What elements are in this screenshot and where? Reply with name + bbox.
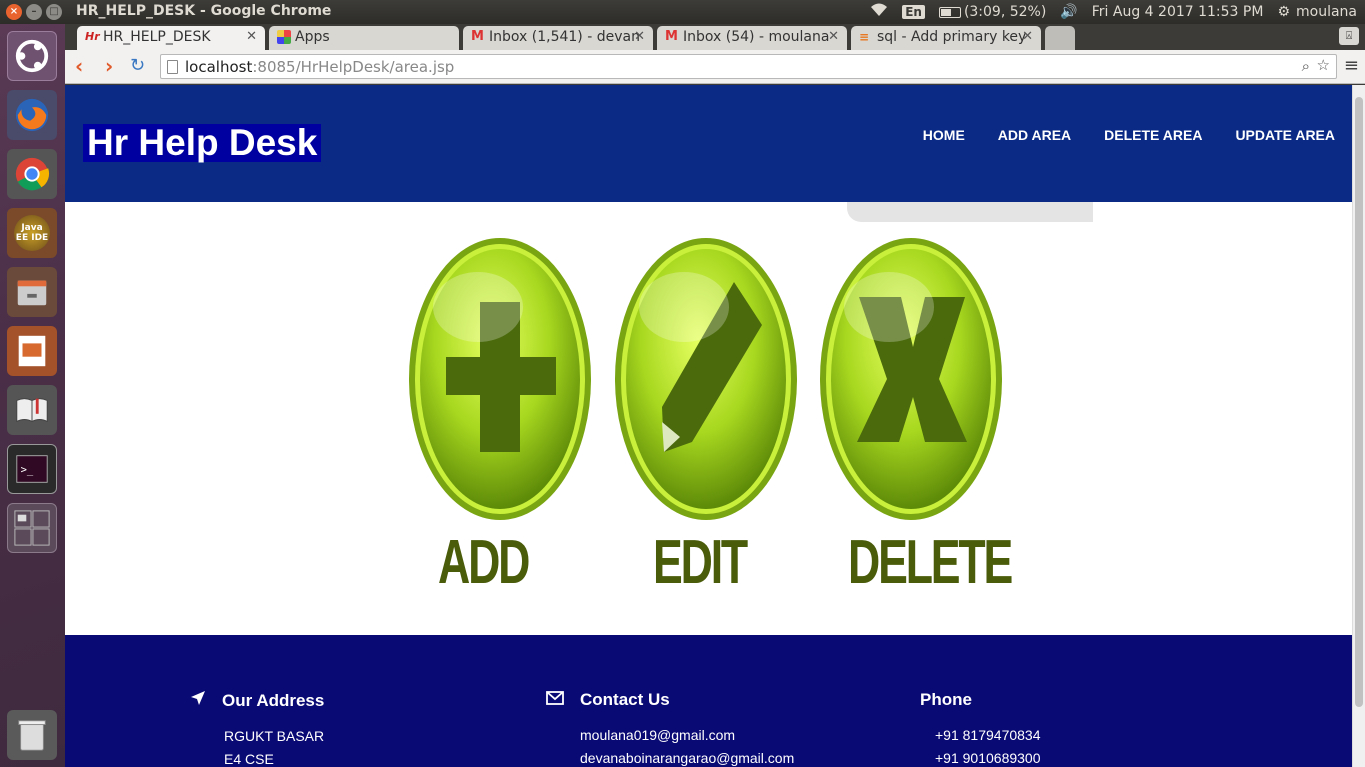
zoom-icon[interactable]: ⌕ — [1302, 57, 1310, 75]
footer-address: Our Address RGUKT BASAR E4 CSE — [190, 690, 324, 767]
tab-close-icon[interactable]: ✕ — [634, 29, 645, 44]
reload-icon[interactable]: ↻ — [130, 55, 145, 76]
delete-button[interactable] — [819, 237, 1004, 522]
reader-icon[interactable] — [7, 385, 57, 435]
main-nav: HOME ADD AREA DELETE AREA UPDATE AREA — [923, 127, 1335, 143]
chrome-icon[interactable] — [7, 149, 57, 199]
tab-label: Apps — [295, 29, 330, 45]
nav-add-area[interactable]: ADD AREA — [998, 127, 1071, 143]
ubuntu-dash-icon[interactable] — [7, 31, 57, 81]
terminal-icon[interactable]: >_ — [7, 444, 57, 494]
hr-favicon: Hr — [85, 30, 100, 43]
unity-launcher: Java EE IDE >_ — [0, 24, 65, 767]
browser-toolbar: ‹ › ↻ localhost:8085/HrHelpDesk/area.jsp… — [65, 50, 1365, 84]
maximize-window-button[interactable]: □ — [46, 4, 62, 20]
java-ide-label: Java EE IDE — [14, 215, 50, 251]
gear-icon: ⚙ — [1277, 4, 1290, 20]
profile-icon[interactable]: ⍓ — [1339, 27, 1359, 45]
tab-label: Inbox (1,541) - devan — [489, 29, 640, 45]
add-button[interactable] — [408, 237, 593, 522]
firefox-icon[interactable] — [7, 90, 57, 140]
impress-icon[interactable] — [7, 326, 57, 376]
location-arrow-icon — [190, 690, 206, 711]
svg-text:>_: >_ — [21, 464, 34, 476]
footer-contact: Contact Us moulana019@gmail.com devanabo… — [546, 690, 794, 766]
nav-delete-area[interactable]: DELETE AREA — [1104, 127, 1202, 143]
tab-label: HR_HELP_DESK — [103, 29, 211, 45]
address-bar[interactable]: localhost:8085/HrHelpDesk/area.jsp ⌕ ☆ — [160, 54, 1337, 79]
contact-title: Contact Us — [580, 690, 670, 709]
tab-close-icon[interactable]: ✕ — [828, 29, 839, 44]
url-host: localhost — [185, 58, 253, 76]
edit-label: EDIT — [653, 528, 748, 597]
add-label: ADD — [438, 528, 530, 597]
battery-indicator[interactable]: (3:09, 52%) — [938, 4, 1047, 20]
new-tab-button[interactable] — [1045, 26, 1075, 50]
tab-label: sql - Add primary key — [877, 29, 1027, 45]
address-title: Our Address — [222, 690, 325, 710]
tab-gmail-2[interactable]: M Inbox (54) - moulana ✕ — [657, 26, 847, 50]
phone-number: +91 9010689300 — [935, 750, 1041, 766]
site-header: Hr Help Desk HOME ADD AREA DELETE AREA U… — [65, 85, 1352, 202]
menu-icon[interactable]: ≡ — [1344, 55, 1359, 76]
tab-apps[interactable]: Apps — [269, 26, 459, 50]
keyboard-indicator[interactable]: En — [902, 5, 925, 19]
window-title: HR_HELP_DESK - Google Chrome — [76, 3, 332, 19]
gmail-icon: M — [471, 29, 484, 44]
nav-home[interactable]: HOME — [923, 127, 965, 143]
system-tray: En (3:09, 52%) 🔊 Fri Aug 4 2017 11:53 PM… — [870, 3, 1357, 21]
gmail-icon: M — [665, 29, 678, 44]
site-logo[interactable]: Hr Help Desk — [83, 124, 322, 162]
username: moulana — [1296, 4, 1357, 20]
tab-strip: Hr HR_HELP_DESK ✕ Apps M Inbox (1,541) -… — [65, 24, 1365, 50]
edit-button[interactable] — [614, 237, 799, 522]
battery-icon — [938, 6, 961, 18]
forward-icon[interactable]: › — [105, 54, 113, 78]
apps-grid-icon — [277, 30, 291, 44]
tab-stackoverflow[interactable]: ≡ sql - Add primary key ✕ — [851, 26, 1041, 50]
battery-text: (3:09, 52%) — [963, 4, 1047, 20]
files-icon[interactable] — [7, 267, 57, 317]
bookmark-star-icon[interactable]: ☆ — [1317, 56, 1330, 74]
tab-close-icon[interactable]: ✕ — [246, 29, 257, 44]
user-menu[interactable]: ⚙ moulana — [1277, 4, 1357, 20]
minimize-window-button[interactable]: – — [26, 4, 42, 20]
page-scrollbar[interactable] — [1352, 85, 1365, 767]
web-page: Hr Help Desk HOME ADD AREA DELETE AREA U… — [65, 85, 1352, 767]
tab-close-icon[interactable]: ✕ — [1022, 29, 1033, 44]
address-line: E4 CSE — [224, 751, 274, 767]
system-top-bar: × – □ HR_HELP_DESK - Google Chrome En (3… — [0, 0, 1365, 24]
stackoverflow-icon: ≡ — [859, 30, 870, 44]
tab-hr-help-desk[interactable]: Hr HR_HELP_DESK ✕ — [77, 26, 265, 50]
volume-icon[interactable]: 🔊 — [1060, 4, 1077, 20]
page-icon — [167, 60, 178, 74]
tab-label: Inbox (54) - moulana — [683, 29, 830, 45]
clock[interactable]: Fri Aug 4 2017 11:53 PM — [1092, 4, 1264, 20]
contact-email[interactable]: devanaboinarangarao@gmail.com — [546, 750, 794, 766]
footer-phone: Phone +91 8179470834 +91 9010689300 — [920, 690, 1041, 766]
workspace-switcher-icon[interactable] — [7, 503, 57, 553]
wifi-icon[interactable] — [870, 3, 888, 21]
close-window-button[interactable]: × — [6, 4, 22, 20]
address-line: RGUKT BASAR — [224, 728, 325, 744]
site-footer: Our Address RGUKT BASAR E4 CSE Contact U… — [65, 635, 1352, 767]
action-banner: ADD EDIT DELETE — [65, 202, 1352, 635]
contact-email[interactable]: moulana019@gmail.com — [546, 727, 794, 743]
scrollbar-thumb[interactable] — [1355, 97, 1363, 707]
tab-gmail-1[interactable]: M Inbox (1,541) - devan ✕ — [463, 26, 653, 50]
java-ee-ide-icon[interactable]: Java EE IDE — [7, 208, 57, 258]
phone-number: +91 8179470834 — [935, 727, 1041, 743]
envelope-icon — [546, 690, 564, 710]
trash-icon[interactable] — [7, 710, 57, 760]
url-path: :8085/HrHelpDesk/area.jsp — [252, 58, 455, 76]
nav-update-area[interactable]: UPDATE AREA — [1235, 127, 1335, 143]
banner-edge — [847, 202, 1093, 222]
phone-title: Phone — [920, 690, 972, 709]
back-icon[interactable]: ‹ — [75, 54, 83, 78]
delete-label: DELETE — [848, 528, 1013, 597]
